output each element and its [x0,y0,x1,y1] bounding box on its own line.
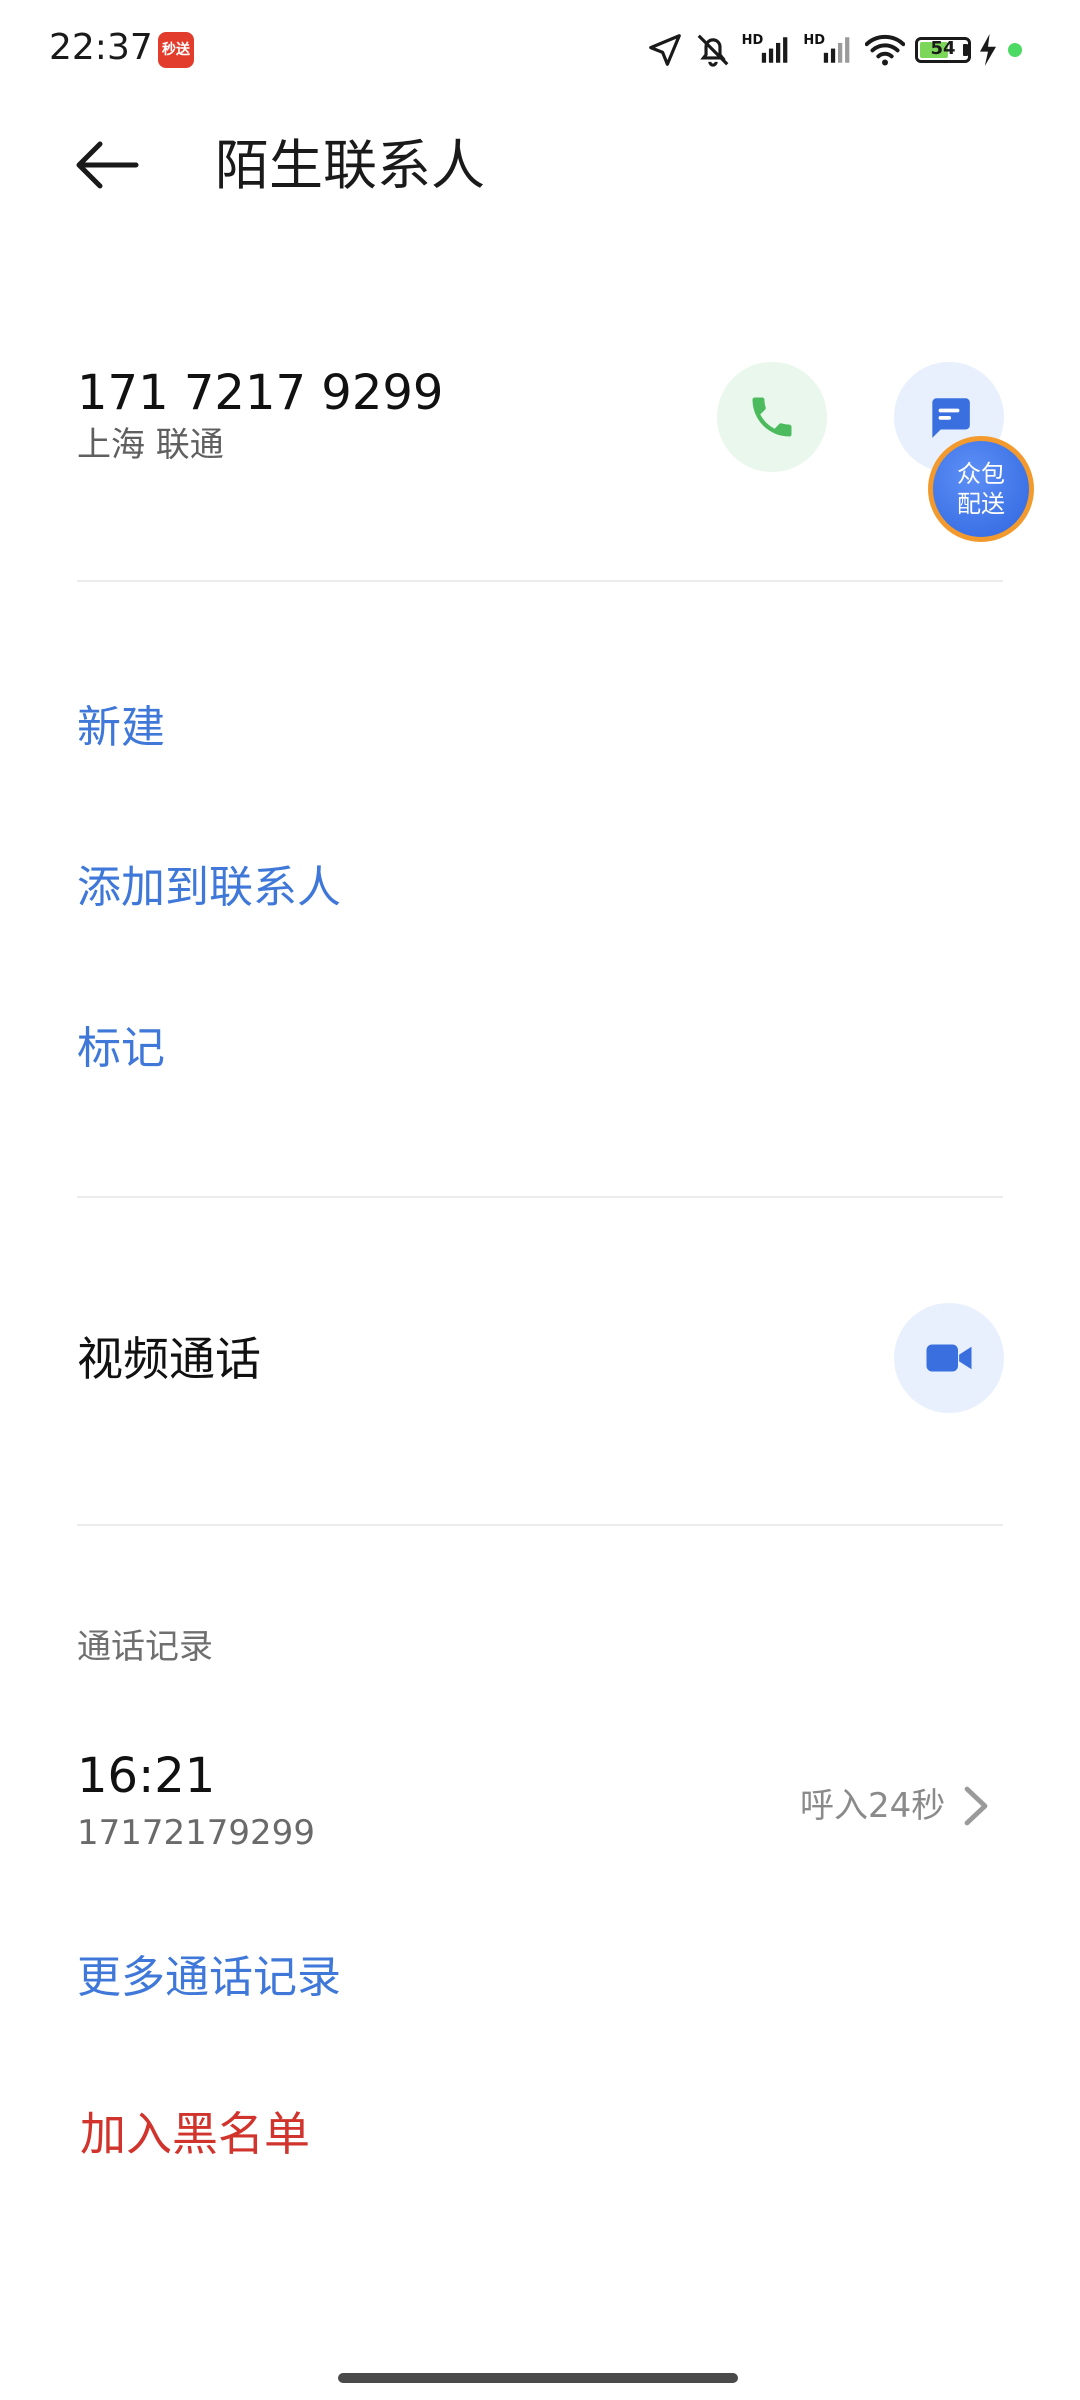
contact-phone-number: 171 7217 9299 [77,365,444,421]
location-arrow-icon [646,31,684,69]
divider [77,1196,1003,1198]
silent-bell-icon [694,31,732,69]
call-log-number: 17172179299 [77,1813,315,1853]
signal-icon: HD [742,33,794,67]
badge-line-2: 配送 [957,490,1005,518]
page-title: 陌生联系人 [215,134,485,197]
divider [77,1524,1003,1526]
video-call-label: 视频通话 [77,1332,261,1386]
wifi-icon [865,32,905,68]
video-camera-icon [926,1344,972,1372]
home-indicator[interactable] [338,2373,738,2383]
contact-location: 上海 联通 [77,425,224,465]
battery-icon: 54 [915,37,971,63]
floating-delivery-badge[interactable]: 众包 配送 [928,436,1034,542]
call-log-detail[interactable]: 呼入24秒 [800,1776,989,1836]
add-to-contacts-link[interactable]: 添加到联系人 [77,856,341,920]
new-contact-link[interactable]: 新建 [77,696,165,760]
message-icon [932,398,970,438]
divider [77,580,1003,582]
call-log-time: 16:21 [77,1748,216,1804]
chevron-right-icon [964,1786,988,1826]
back-button[interactable] [72,130,142,200]
signal-icon-2: HD [803,33,855,67]
charging-bolt-icon [978,34,998,66]
video-call-button[interactable] [894,1303,1004,1413]
battery-level: 54 [930,38,956,59]
privacy-indicator-dot [1008,43,1022,57]
phone-icon [752,397,792,437]
status-icons: HD HD 54 [646,28,1022,72]
app-notification-badge: 秒送 [158,32,194,68]
status-time: 22:37 [49,27,153,68]
back-arrow-icon [76,141,139,189]
call-button[interactable] [717,362,827,472]
call-log-duration: 呼入24秒 [800,1786,946,1826]
call-log-section-label: 通话记录 [77,1627,213,1667]
mark-number-link[interactable]: 标记 [77,1017,165,1081]
more-call-logs-link[interactable]: 更多通话记录 [77,1946,341,2010]
add-to-blacklist-link[interactable]: 加入黑名单 [80,2102,310,2166]
badge-line-1: 众包 [957,460,1005,488]
